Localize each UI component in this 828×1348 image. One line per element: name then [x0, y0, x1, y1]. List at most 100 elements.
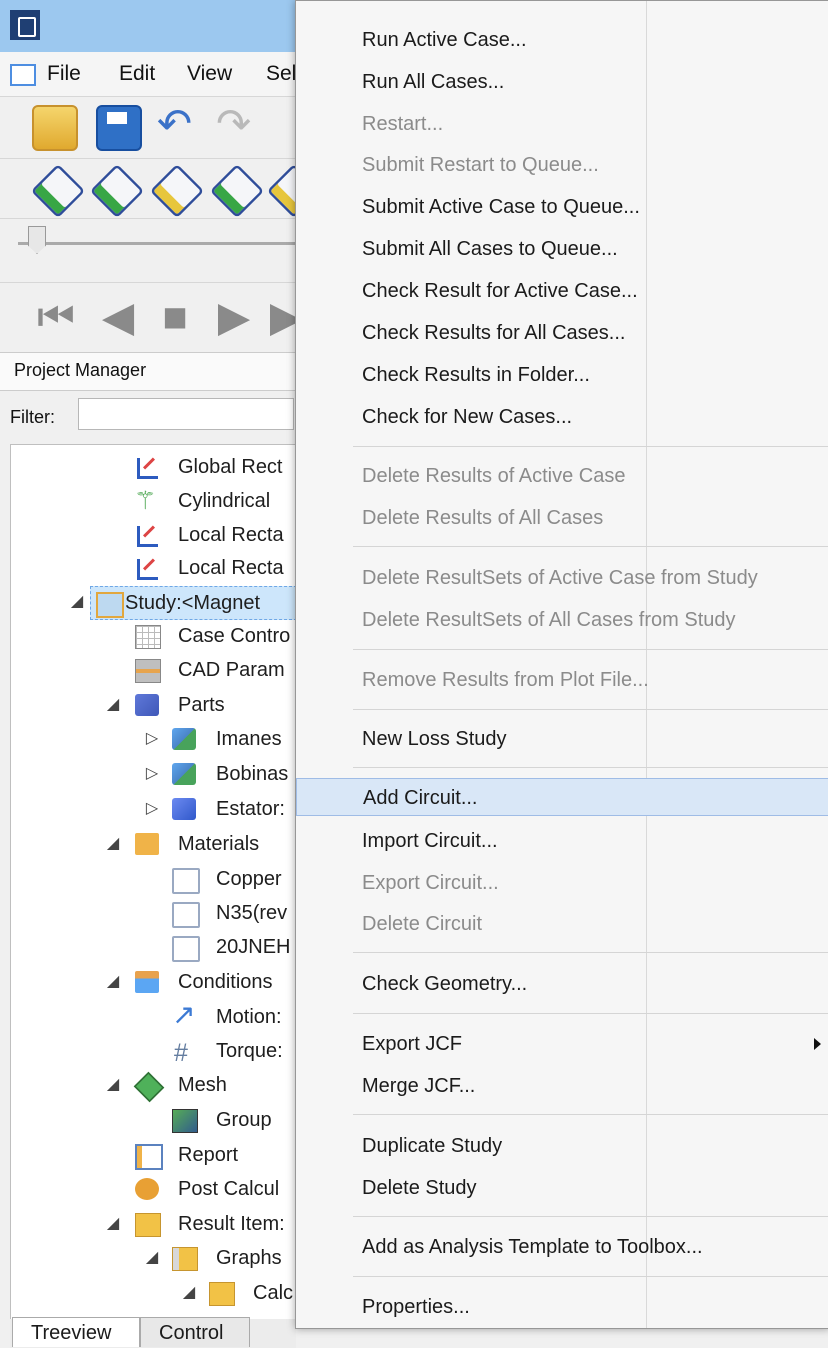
edit-menu[interactable]: Edit [119, 62, 155, 86]
report-icon [135, 1144, 163, 1170]
magnet-material-icon [172, 902, 200, 928]
menu-item-properties[interactable]: Properties... [296, 1288, 828, 1326]
tree-item[interactable]: N35(rev [11, 897, 295, 929]
menu-item-label: Delete ResultSets of All Cases from Stud… [362, 609, 736, 631]
menu-item-submit-active-case[interactable]: Submit Active Case to Queue... [296, 188, 828, 226]
open-folder-icon[interactable] [32, 105, 78, 151]
tree-item[interactable]: Calc [11, 1277, 295, 1309]
collapse-arrow-icon[interactable]: ◢ [67, 586, 87, 618]
filter-input[interactable] [78, 398, 294, 430]
tree-item[interactable]: Bobinas [11, 758, 295, 790]
menu-item-label: Properties... [362, 1296, 470, 1318]
menu-item-check-active-case[interactable]: Check Result for Active Case... [296, 272, 828, 310]
tree-item[interactable]: 20JNEH [11, 931, 295, 963]
menu-item-export-jcf[interactable]: Export JCF [296, 1025, 828, 1063]
menu-separator [353, 1013, 828, 1014]
menu-item-label: Delete Circuit [362, 913, 483, 935]
menu-item-delete-all-results: Delete Results of All Cases [296, 499, 828, 537]
tree-item[interactable]: Estator: [11, 793, 295, 825]
study-context-menu: Run Active Case... Run All Cases... Rest… [295, 0, 828, 1329]
tree-item-label: Group [216, 1109, 272, 1131]
folder-icon [209, 1282, 235, 1306]
menu-item-check-new-cases[interactable]: Check for New Cases... [296, 398, 828, 436]
menu-item-submit-all-cases[interactable]: Submit All Cases to Queue... [296, 230, 828, 268]
mesh-group-icon [172, 1109, 198, 1133]
menu-item-label: Delete Results of Active Case [362, 465, 626, 487]
menu-item-label: Check Geometry... [362, 973, 528, 995]
selected-study-item[interactable]: Study:<Magnet [90, 586, 297, 620]
materials-icon [135, 833, 159, 855]
menu-item-new-loss-study[interactable]: New Loss Study [296, 720, 828, 758]
material-icon [172, 868, 200, 894]
file-menu[interactable]: File [47, 62, 81, 86]
filter-label: Filter: [10, 407, 55, 427]
tree-item[interactable]: Imanes [11, 723, 295, 755]
stop-icon[interactable]: ■ [153, 295, 197, 339]
tree-item[interactable]: Post Calcul [11, 1173, 295, 1205]
next-frame-icon[interactable]: ▶ [212, 295, 256, 339]
menu-item-duplicate-study[interactable]: Duplicate Study [296, 1127, 828, 1165]
save-icon[interactable] [96, 105, 142, 151]
tree-item-parts[interactable]: Parts [11, 689, 295, 721]
menu-item-run-active-case[interactable]: Run Active Case... [296, 21, 828, 59]
tree-item[interactable]: Local Recta [11, 552, 295, 584]
undo-icon[interactable] [153, 103, 195, 147]
tree-item-graphs[interactable]: Graphs [11, 1242, 295, 1274]
menu-item-check-all-cases[interactable]: Check Results for All Cases... [296, 314, 828, 352]
tree-item[interactable]: Copper [11, 863, 295, 895]
tree-item-label: 20JNEH [216, 936, 291, 958]
tree-item-mesh[interactable]: Mesh [11, 1069, 295, 1103]
view-menu[interactable]: View [187, 62, 232, 86]
menu-item-label: Merge JCF... [362, 1075, 476, 1097]
tree-item-label: Post Calcul [178, 1178, 280, 1200]
select-menu-partial[interactable]: Sel [266, 62, 296, 86]
menu-item-label: New Loss Study [362, 728, 507, 750]
menu-item-merge-jcf[interactable]: Merge JCF... [296, 1067, 828, 1105]
tab-control[interactable]: Control [140, 1317, 250, 1347]
tree-item[interactable]: CAD Param [11, 654, 295, 686]
menu-item-check-folder[interactable]: Check Results in Folder... [296, 356, 828, 394]
menu-item-run-all-cases[interactable]: Run All Cases... [296, 63, 828, 101]
menu-item-delete-study[interactable]: Delete Study [296, 1169, 828, 1207]
application-window: File Edit View Sel ⏮ ◀ ■ ▶ ▶ Project Man… [0, 0, 828, 1348]
menu-separator [353, 1276, 828, 1277]
tree-item[interactable]: Group [11, 1104, 295, 1136]
tab-treeview[interactable]: Treeview [12, 1317, 140, 1347]
previous-frame-icon[interactable]: ◀ [96, 295, 140, 339]
menu-item-label: Run All Cases... [362, 71, 505, 93]
redo-icon[interactable] [212, 103, 254, 147]
menu-item-label: Delete ResultSets of Active Case from St… [362, 567, 758, 589]
tree-item-label: Case Contro [178, 625, 291, 647]
tree-item[interactable]: Torque: [11, 1035, 295, 1069]
tree-item[interactable]: Case Contro [11, 620, 295, 652]
menu-item-label: Run Active Case... [362, 29, 527, 51]
menu-item-label: Export Circuit... [362, 872, 499, 894]
tree-item[interactable]: Motion: [11, 999, 295, 1033]
tree-item[interactable]: Local Recta [11, 519, 295, 551]
first-frame-icon[interactable]: ⏮ [34, 295, 78, 339]
animation-slider-track[interactable] [18, 242, 298, 245]
tree-item-materials[interactable]: Materials [11, 828, 295, 860]
tree-item-conditions[interactable]: Conditions [11, 966, 295, 998]
tree-item-result-items[interactable]: Result Item: [11, 1208, 295, 1240]
menu-item-add-circuit[interactable]: Add Circuit... [296, 778, 828, 816]
part-icon [172, 763, 196, 785]
menu-separator [353, 1114, 828, 1115]
tree-item-label: Study:<Magnet [125, 592, 261, 614]
tree-item-label: Estator: [216, 798, 285, 820]
tree-item-label: Calc [253, 1282, 294, 1304]
menu-item-check-geometry[interactable]: Check Geometry... [296, 965, 828, 1003]
tree-item[interactable]: Cylindrical [11, 485, 295, 517]
menu-item-submit-restart: Submit Restart to Queue... [296, 146, 828, 184]
menu-item-add-template[interactable]: Add as Analysis Template to Toolbox... [296, 1228, 828, 1266]
menu-item-label: Delete Study [362, 1177, 477, 1199]
menu-item-delete-circuit: Delete Circuit [296, 905, 828, 943]
menu-separator [353, 546, 828, 547]
case-control-icon [135, 625, 161, 649]
tree-item[interactable]: Global Rect [11, 451, 295, 483]
tree-item[interactable]: Report [11, 1139, 295, 1171]
part-icon [172, 798, 196, 820]
menu-item-import-circuit[interactable]: Import Circuit... [296, 822, 828, 860]
project-tree[interactable]: Global Rect Cylindrical Local Recta Loca… [10, 444, 298, 1321]
tree-item-label: Result Item: [178, 1213, 285, 1235]
